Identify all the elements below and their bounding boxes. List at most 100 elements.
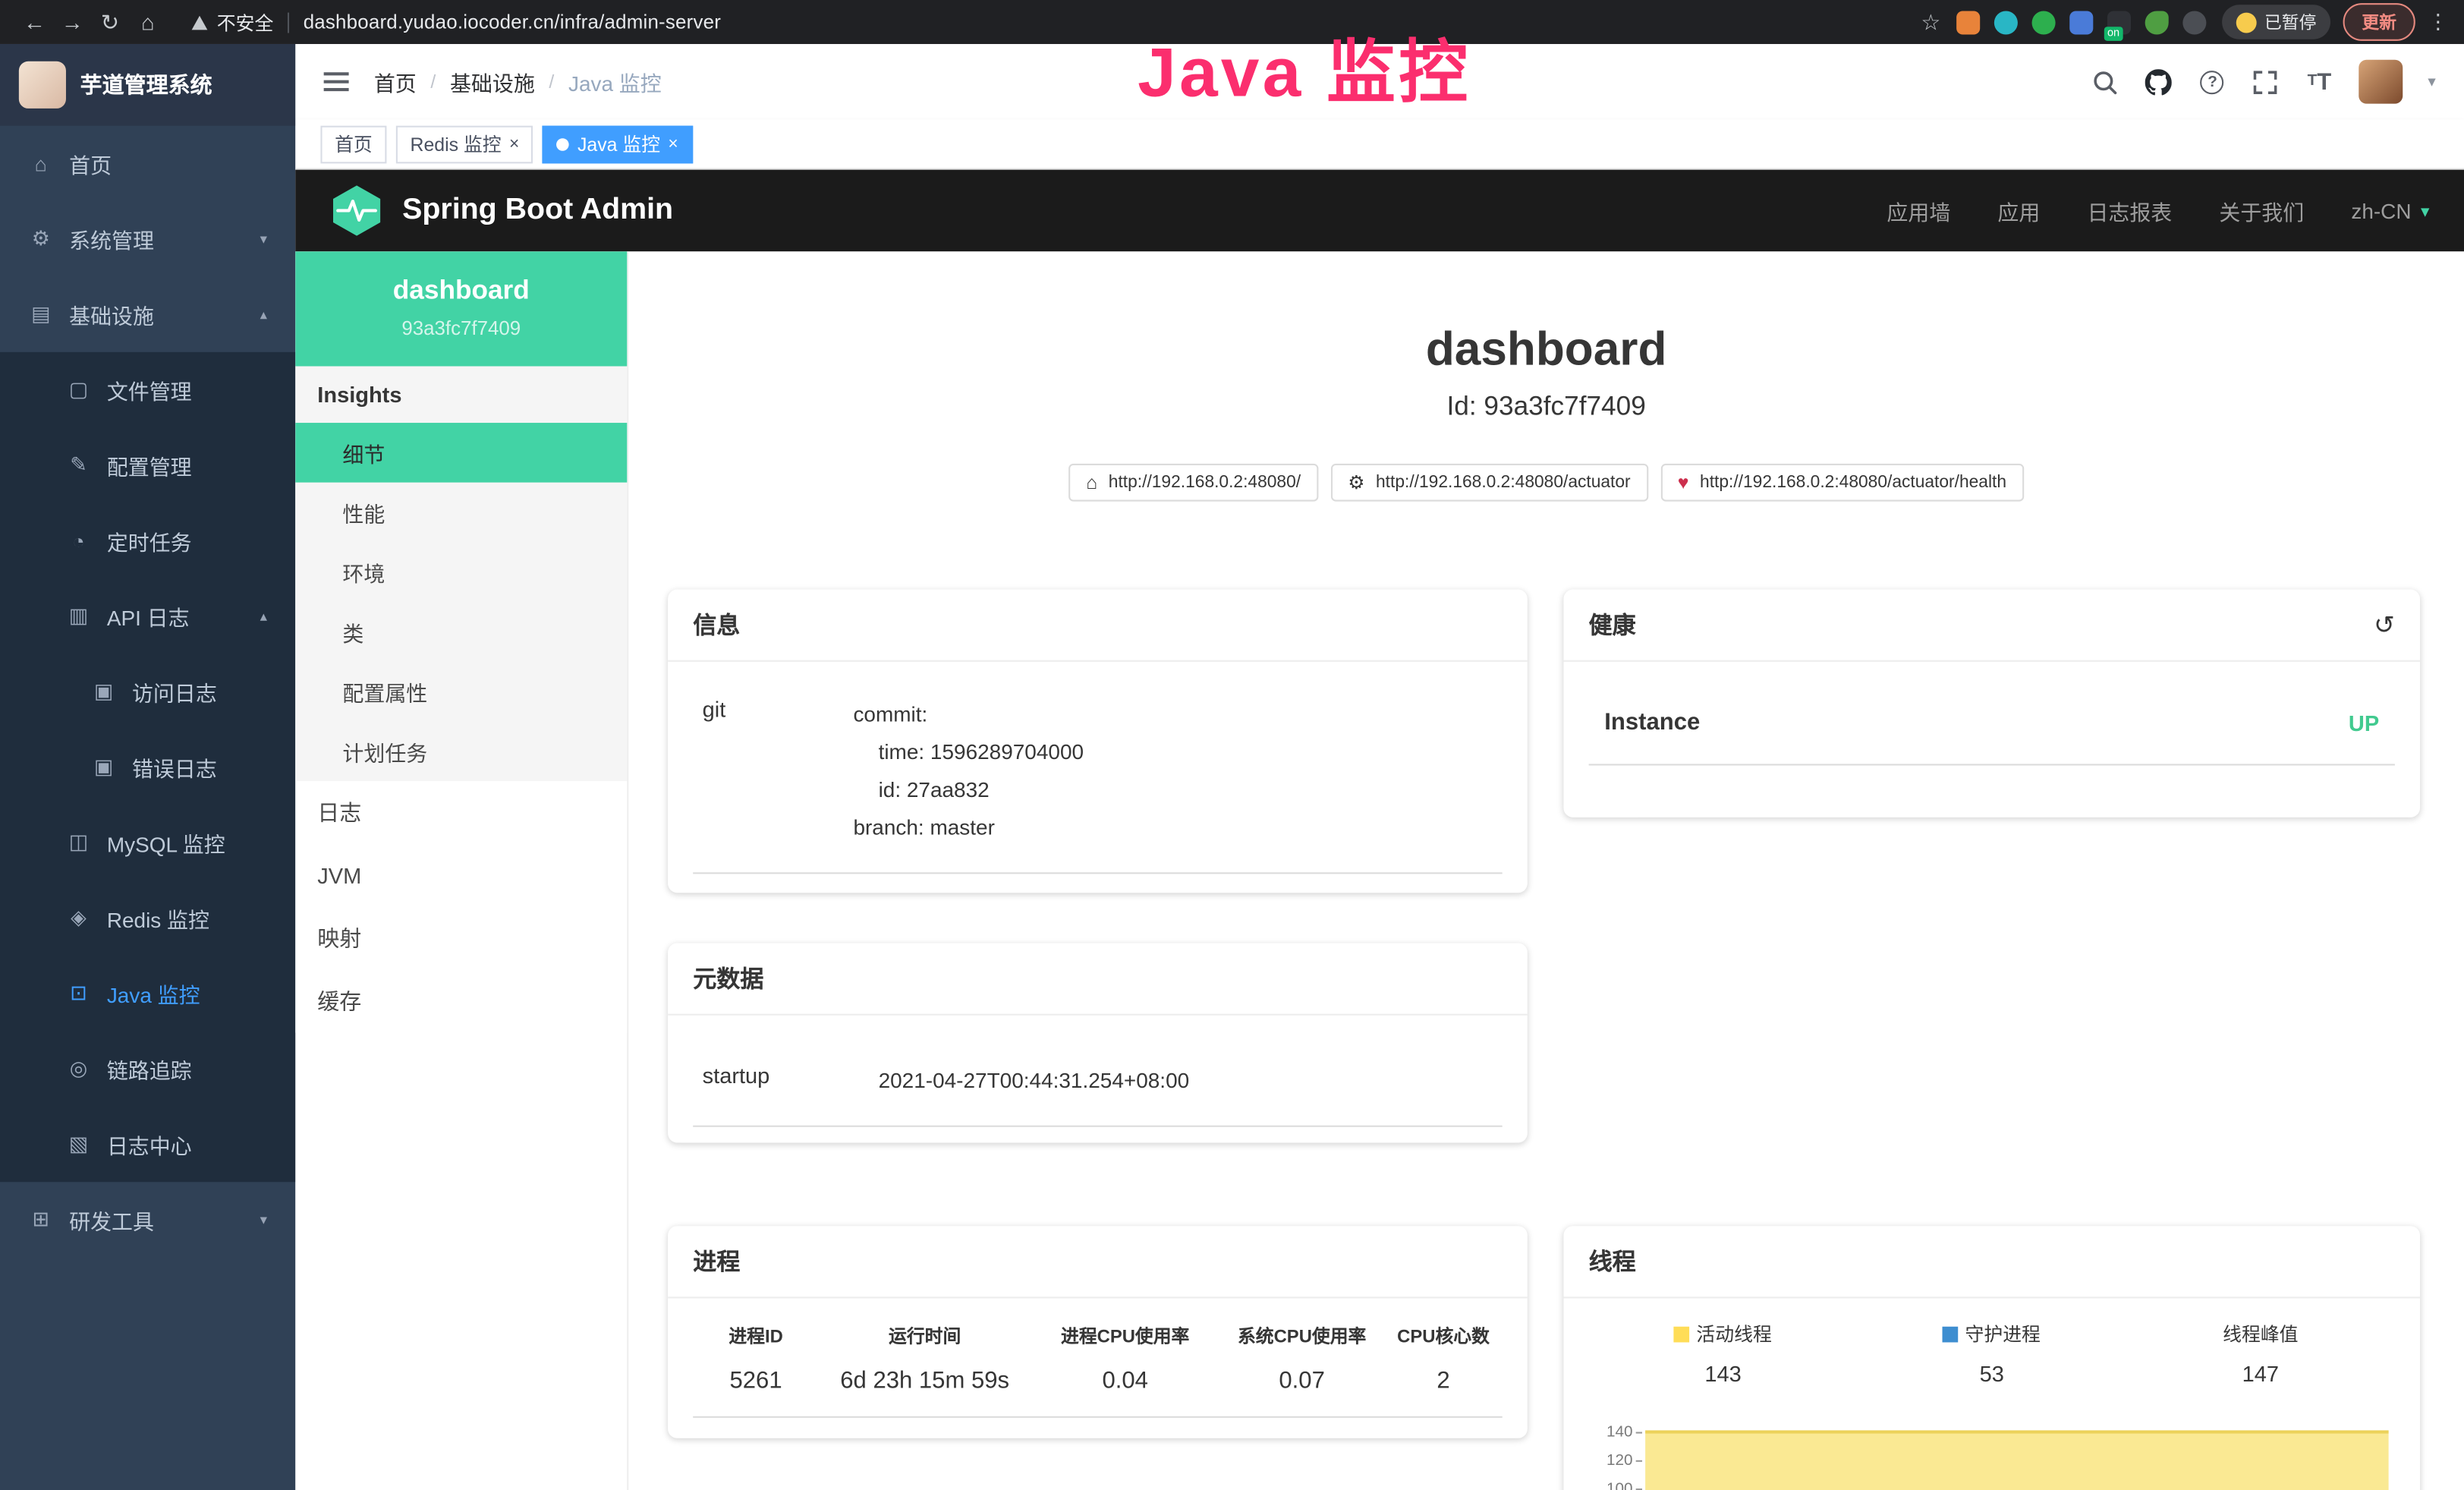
profile-emoji-icon xyxy=(2236,12,2257,33)
process-col-value: 0.07 xyxy=(1279,1368,1324,1394)
sidebar-item-file-management[interactable]: ▢ 文件管理 xyxy=(0,352,295,427)
sidebar-item-api-logs[interactable]: ▥ API 日志 ▴ xyxy=(0,578,295,654)
instance-id-subtitle: Id: 93a3fc7f7409 xyxy=(628,392,2464,423)
info-line: time: 1596289704000 xyxy=(853,734,1493,772)
home-link-chip[interactable]: ⌂ http://192.168.0.2:48080/ xyxy=(1069,464,1318,502)
sidebar-item-home[interactable]: ⌂ 首页 xyxy=(0,126,295,201)
sidebar-fold-icon[interactable] xyxy=(324,71,349,93)
sidebar-item-label: MySQL 监控 xyxy=(107,827,225,858)
sba-navbar: Spring Boot Admin 应用墙 应用 日志报表 关于我们 zh-CN… xyxy=(295,170,2464,252)
process-col-header: CPU核心数 xyxy=(1397,1324,1490,1349)
sba-item-details[interactable]: 细节 xyxy=(295,423,627,483)
process-col-value: 2 xyxy=(1437,1368,1449,1394)
extension-icon-4[interactable] xyxy=(2069,10,2093,33)
sba-item-environment[interactable]: 环境 xyxy=(295,542,627,602)
legend-live-threads: 活动线程 143 xyxy=(1674,1320,1771,1386)
sba-item-config-props[interactable]: 配置属性 xyxy=(295,662,627,722)
browser-update-button[interactable]: 更新 xyxy=(2343,3,2415,41)
reload-icon[interactable]: ↻ xyxy=(91,8,129,35)
sidebar-item-label: Redis 监控 xyxy=(107,903,209,934)
sidebar-item-java-monitor[interactable]: ⊡ Java 监控 xyxy=(0,956,295,1031)
sba-nav-applications[interactable]: 应用 xyxy=(1997,195,2040,226)
tag-java-monitor[interactable]: Java 监控 × xyxy=(543,125,692,163)
sba-nav-wallboard[interactable]: 应用墙 xyxy=(1887,195,1950,226)
browser-home-icon[interactable]: ⌂ xyxy=(129,9,167,34)
sba-brand[interactable]: Spring Boot Admin xyxy=(330,184,673,237)
actuator-link-chip[interactable]: ⚙ http://192.168.0.2:48080/actuator xyxy=(1330,464,1647,502)
process-col-header: 系统CPU使用率 xyxy=(1238,1324,1366,1349)
health-row[interactable]: Instance UP xyxy=(1589,700,2395,766)
sidebar-item-redis-monitor[interactable]: ◈ Redis 监控 xyxy=(0,880,295,956)
back-icon[interactable]: ← xyxy=(16,9,54,34)
process-col-value: 0.04 xyxy=(1102,1368,1147,1394)
tag-redis-monitor[interactable]: Redis 监控 × xyxy=(396,125,533,163)
sidebar-item-mysql-monitor[interactable]: ◫ MySQL 监控 xyxy=(0,805,295,880)
sba-nav-about[interactable]: 关于我们 xyxy=(2219,195,2304,226)
sidebar-item-log-center[interactable]: ▧ 日志中心 xyxy=(0,1107,295,1182)
sba-nav-links: 应用墙 应用 日志报表 关于我们 zh-CN ▾ xyxy=(1887,195,2429,226)
sidebar-item-dev-tools[interactable]: ⊞ 研发工具 ▾ xyxy=(0,1182,295,1257)
avatar-caret-icon[interactable]: ▾ xyxy=(2428,73,2435,90)
sba-instance-block[interactable]: dashboard 93a3fc7f7409 xyxy=(295,251,627,366)
history-icon[interactable]: ↺ xyxy=(2374,609,2395,640)
list-icon: ▥ xyxy=(66,603,91,628)
profile-paused-pill[interactable]: 已暂停 xyxy=(2222,5,2330,39)
sba-item-jvm[interactable]: JVM xyxy=(295,844,627,907)
breadcrumb-separator: / xyxy=(430,71,436,93)
link-url: http://192.168.0.2:48080/ xyxy=(1109,473,1301,492)
info-card-body: git commit: time: 1596289704000 id: 27aa… xyxy=(668,662,1528,893)
chevron-up-icon: ▴ xyxy=(260,306,267,323)
locale-label: zh-CN xyxy=(2351,199,2411,222)
live-threads-area-series xyxy=(1645,1430,2388,1490)
sidebar-item-label: 首页 xyxy=(69,148,112,179)
search-icon[interactable] xyxy=(2091,68,2119,96)
sidebar-item-system-management[interactable]: ⚙ 系统管理 ▾ xyxy=(0,201,295,276)
help-icon[interactable]: ? xyxy=(2198,68,2226,96)
java-monitor-icon: ⊡ xyxy=(66,981,91,1006)
sidebar-item-config-management[interactable]: ✎ 配置管理 xyxy=(0,427,295,502)
extension-icon-1[interactable] xyxy=(1956,10,1980,33)
sba-nav-journal[interactable]: 日志报表 xyxy=(2087,195,2172,226)
extension-icon-7[interactable] xyxy=(2182,10,2206,33)
link-url: http://192.168.0.2:48080/actuator/health xyxy=(1700,473,2006,492)
process-card: 进程 进程ID 运行时间 进程CPU使用率 系统CPU使用率 CPU核心数 52… xyxy=(668,1226,1528,1438)
browser-menu-icon[interactable]: ⋮ xyxy=(2428,9,2448,34)
sba-item-classes[interactable]: 类 xyxy=(295,602,627,662)
y-tick: 140 xyxy=(1606,1424,1642,1441)
legend-swatch-daemon-icon xyxy=(1943,1326,1959,1342)
bookmark-star-icon[interactable]: ☆ xyxy=(1921,8,1940,35)
sba-item-mappings[interactable]: 映射 xyxy=(295,907,627,970)
fullscreen-icon[interactable] xyxy=(2252,68,2280,96)
sba-item-performance[interactable]: 性能 xyxy=(295,483,627,543)
sidebar-item-scheduled-tasks[interactable]: ◔ 定时任务 xyxy=(0,503,295,578)
close-icon[interactable]: × xyxy=(509,134,519,153)
address-bar[interactable]: dashboard.yudao.iocoder.cn/infra/admin-s… xyxy=(304,11,721,33)
tag-home[interactable]: 首页 xyxy=(320,125,386,163)
site-security-chip[interactable]: 不安全 xyxy=(192,8,274,35)
user-avatar[interactable] xyxy=(2359,60,2403,104)
sidebar-item-access-logs[interactable]: ▣ 访问日志 xyxy=(0,654,295,729)
locale-selector[interactable]: zh-CN ▾ xyxy=(2351,199,2429,222)
sba-item-scheduled[interactable]: 计划任务 xyxy=(295,721,627,781)
extension-icon-3[interactable] xyxy=(2032,10,2056,33)
health-link-chip[interactable]: ♥ http://192.168.0.2:48080/actuator/heal… xyxy=(1660,464,2024,502)
extension-icon-6[interactable] xyxy=(2145,10,2169,33)
sba-item-caches[interactable]: 缓存 xyxy=(295,970,627,1033)
instance-hero: dashboard Id: 93a3fc7f7409 ⌂ http://192.… xyxy=(628,251,2464,501)
github-icon[interactable] xyxy=(2145,68,2173,96)
font-size-small-glyph: T xyxy=(2308,74,2318,90)
sidebar-item-trace[interactable]: ◎ 链路追踪 xyxy=(0,1031,295,1106)
y-tick: 120 xyxy=(1606,1452,1642,1470)
app-sidebar: 芋道管理系统 ⌂ 首页 ⚙ 系统管理 ▾ ▤ 基础设施 ▴ ▢ 文件管理 ✎ 配… xyxy=(0,44,295,1490)
app-logo-row[interactable]: 芋道管理系统 xyxy=(0,44,295,126)
breadcrumb-home[interactable]: 首页 xyxy=(374,66,417,97)
extension-icon-2[interactable] xyxy=(1994,10,2018,33)
sba-item-logs[interactable]: 日志 xyxy=(295,781,627,844)
forward-icon[interactable]: → xyxy=(53,9,91,34)
extension-icon-5[interactable]: on xyxy=(2107,10,2131,33)
sidebar-item-infrastructure[interactable]: ▤ 基础设施 ▴ xyxy=(0,276,295,351)
font-size-icon[interactable]: TT xyxy=(2305,68,2333,96)
breadcrumb-infrastructure[interactable]: 基础设施 xyxy=(450,66,535,97)
sidebar-item-error-logs[interactable]: ▣ 错误日志 xyxy=(0,729,295,805)
close-icon[interactable]: × xyxy=(668,134,678,153)
